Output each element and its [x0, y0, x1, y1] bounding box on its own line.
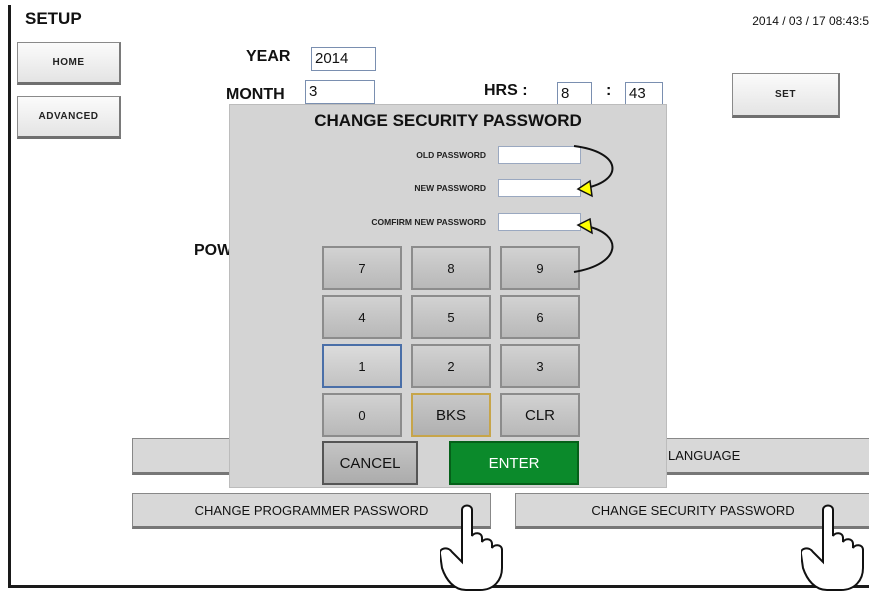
minute-field[interactable]: 43 — [625, 82, 663, 106]
pointing-hand-icon — [801, 504, 864, 591]
change-programmer-password-button[interactable]: CHANGE PROGRAMMER PASSWORD — [132, 493, 491, 529]
enter-button[interactable]: ENTER — [449, 441, 579, 485]
home-button[interactable]: HOME — [17, 42, 121, 85]
hidden-left-button[interactable] — [132, 438, 232, 475]
key-4[interactable]: 4 — [322, 295, 402, 339]
clock-display: 2014 / 03 / 17 08:43:5 — [752, 14, 869, 28]
pointing-hand-icon — [440, 504, 503, 591]
new-password-label: NEW PASSWORD — [414, 183, 486, 193]
hrs-label: HRS : — [484, 82, 528, 99]
month-field[interactable]: 3 — [305, 80, 375, 104]
year-field[interactable]: 2014 — [311, 47, 376, 71]
minute-separator: : — [606, 82, 612, 99]
backspace-key[interactable]: BKS — [411, 393, 491, 437]
key-3[interactable]: 3 — [500, 344, 580, 388]
key-2[interactable]: 2 — [411, 344, 491, 388]
key-7[interactable]: 7 — [322, 246, 402, 290]
curved-arrow-icon — [573, 145, 614, 273]
partial-label: POW — [194, 242, 233, 259]
key-1[interactable]: 1 — [322, 344, 402, 388]
confirm-password-label: COMFIRM NEW PASSWORD — [371, 217, 486, 227]
page-title: SETUP — [25, 9, 82, 28]
month-label: MONTH — [226, 86, 285, 103]
key-6[interactable]: 6 — [500, 295, 580, 339]
clear-key[interactable]: CLR — [500, 393, 580, 437]
cancel-button[interactable]: CANCEL — [322, 441, 418, 485]
key-5[interactable]: 5 — [411, 295, 491, 339]
language-button[interactable]: LANGUAGE — [661, 438, 869, 475]
key-0[interactable]: 0 — [322, 393, 402, 437]
dialog-title: CHANGE SECURITY PASSWORD — [314, 111, 582, 130]
set-button[interactable]: SET — [732, 73, 840, 118]
advanced-button[interactable]: ADVANCED — [17, 96, 121, 139]
old-password-label: OLD PASSWORD — [416, 150, 486, 160]
key-8[interactable]: 8 — [411, 246, 491, 290]
year-label: YEAR — [246, 48, 291, 65]
hrs-field[interactable]: 8 — [557, 82, 592, 106]
